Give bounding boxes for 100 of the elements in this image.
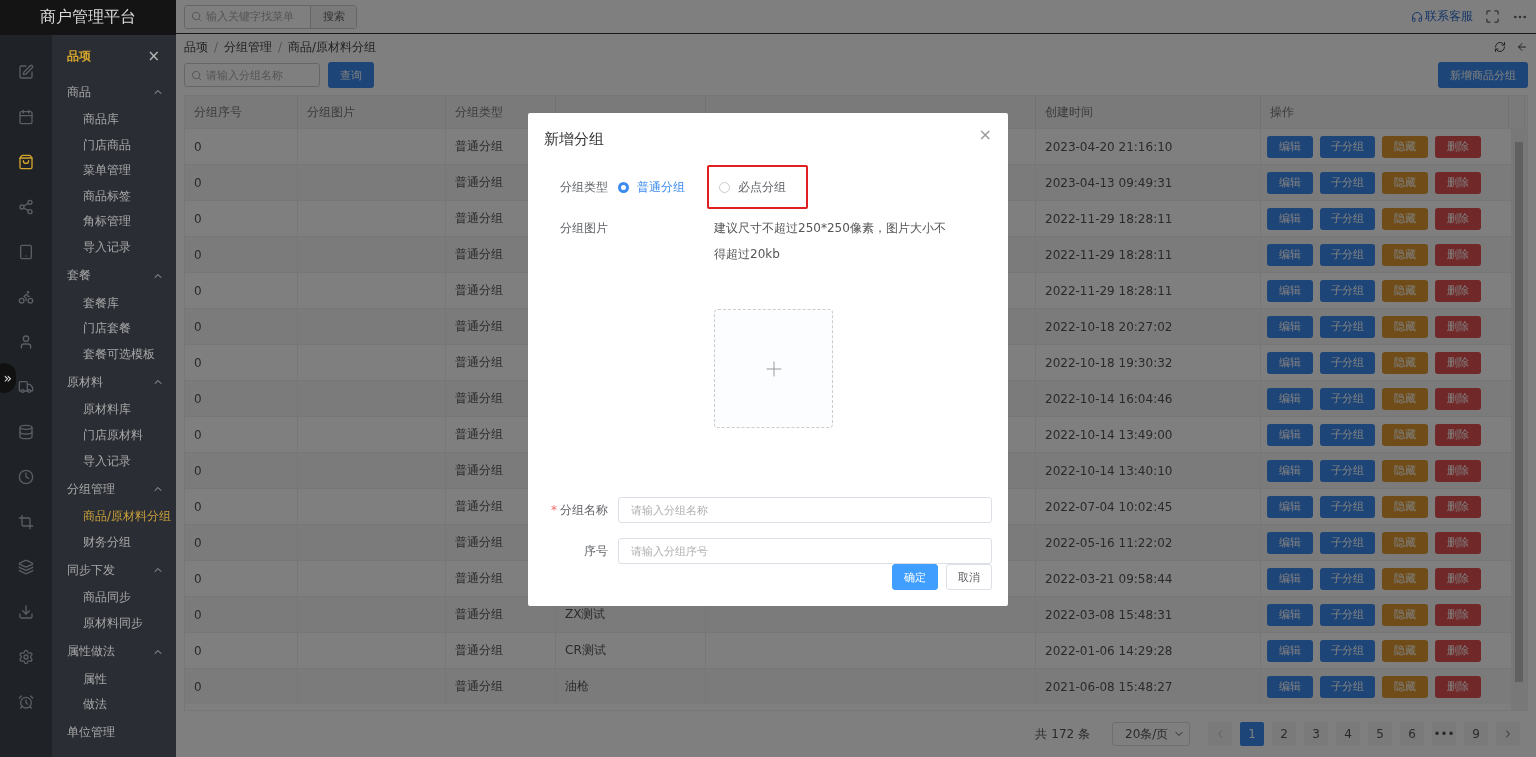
truck-icon[interactable]	[18, 378, 34, 395]
page-button[interactable]: •••	[1432, 722, 1456, 746]
back-arrow-icon[interactable]	[1516, 41, 1528, 53]
row-action-button[interactable]: 编辑	[1267, 495, 1313, 518]
menu-item[interactable]: 导入记录	[67, 448, 176, 475]
row-action-button[interactable]: 隐藏	[1382, 639, 1428, 662]
row-action-button[interactable]: 隐藏	[1382, 387, 1428, 410]
row-action-button[interactable]: 隐藏	[1382, 351, 1428, 374]
collapse-toggle[interactable]: »	[0, 363, 16, 393]
row-action-button[interactable]: 编辑	[1267, 675, 1313, 698]
row-action-button[interactable]: 子分组	[1320, 351, 1375, 374]
menu-item[interactable]: 门店套餐	[67, 316, 176, 342]
fullscreen-icon[interactable]	[1485, 9, 1500, 24]
bag-icon[interactable]	[18, 153, 34, 170]
page-button[interactable]: 4	[1336, 722, 1360, 746]
row-action-button[interactable]: 子分组	[1320, 171, 1375, 194]
breadcrumb-item[interactable]: 品项	[184, 38, 208, 56]
row-action-button[interactable]: 子分组	[1320, 207, 1375, 230]
highlighted-radio-option[interactable]: 必点分组	[707, 165, 808, 209]
row-action-button[interactable]: 编辑	[1267, 531, 1313, 554]
share-icon[interactable]	[18, 198, 34, 215]
menu-item[interactable]: 做法	[67, 692, 176, 718]
clock-icon[interactable]	[18, 468, 34, 485]
page-button[interactable]: 5	[1368, 722, 1392, 746]
menu-item[interactable]: 属性	[67, 666, 176, 693]
search-button[interactable]: 搜索	[311, 5, 356, 28]
menu-group[interactable]: 分组管理	[67, 480, 115, 498]
text-field[interactable]: 请输入分组名称	[618, 497, 992, 523]
next-page-button[interactable]	[1496, 722, 1520, 746]
row-action-button[interactable]: 隐藏	[1382, 459, 1428, 482]
database-icon[interactable]	[18, 423, 34, 440]
close-menu-button[interactable]: ×	[147, 47, 160, 65]
row-action-button[interactable]: 隐藏	[1382, 495, 1428, 518]
tablet-icon[interactable]	[18, 243, 34, 260]
row-action-button[interactable]: 删除	[1435, 243, 1481, 266]
user-icon[interactable]	[18, 333, 34, 350]
page-button[interactable]: 1	[1240, 722, 1264, 746]
menu-item[interactable]: 原材料库	[67, 397, 176, 423]
bike-icon[interactable]	[18, 288, 34, 305]
page-button[interactable]: 9	[1464, 722, 1488, 746]
confirm-button[interactable]: 确定	[892, 564, 938, 590]
row-action-button[interactable]: 子分组	[1320, 531, 1375, 554]
row-action-button[interactable]: 编辑	[1267, 459, 1313, 482]
cancel-button[interactable]: 取消	[946, 564, 992, 590]
row-action-button[interactable]: 子分组	[1320, 675, 1375, 698]
row-action-button[interactable]: 隐藏	[1382, 243, 1428, 266]
menu-item[interactable]: 商品同步	[67, 585, 176, 611]
row-action-button[interactable]: 隐藏	[1382, 315, 1428, 338]
row-action-button[interactable]: 隐藏	[1382, 135, 1428, 158]
calendar-icon[interactable]	[18, 108, 34, 125]
menu-group[interactable]: 原材料	[67, 373, 103, 391]
query-button[interactable]: 查询	[328, 62, 374, 88]
row-action-button[interactable]: 编辑	[1267, 135, 1313, 158]
row-action-button[interactable]: 隐藏	[1382, 675, 1428, 698]
row-action-button[interactable]: 删除	[1435, 207, 1481, 230]
close-button[interactable]: ×	[978, 125, 992, 144]
text-field[interactable]: 请输入分组序号	[618, 538, 992, 564]
menu-item[interactable]: 商品/原材料分组	[67, 504, 176, 530]
row-action-button[interactable]: 隐藏	[1382, 603, 1428, 626]
crop-icon[interactable]	[18, 513, 34, 530]
row-action-button[interactable]: 删除	[1435, 567, 1481, 590]
row-action-button[interactable]: 编辑	[1267, 243, 1313, 266]
row-action-button[interactable]: 隐藏	[1382, 207, 1428, 230]
download-icon[interactable]	[18, 603, 34, 620]
row-action-button[interactable]: 子分组	[1320, 243, 1375, 266]
refresh-icon[interactable]	[1494, 41, 1506, 53]
menu-group[interactable]: 同步下发	[67, 561, 115, 579]
row-action-button[interactable]: 子分组	[1320, 423, 1375, 446]
row-action-button[interactable]: 子分组	[1320, 315, 1375, 338]
menu-group[interactable]: 属性做法	[67, 643, 115, 660]
row-action-button[interactable]: 子分组	[1320, 135, 1375, 158]
row-action-button[interactable]: 删除	[1435, 387, 1481, 410]
settings-icon[interactable]	[18, 648, 34, 665]
menu-item[interactable]: 套餐可选模板	[67, 341, 176, 368]
menu-item[interactable]: 商品库	[67, 107, 176, 133]
row-action-button[interactable]: 编辑	[1267, 603, 1313, 626]
contact-support-link[interactable]: 联系客服	[1411, 8, 1473, 25]
add-group-button[interactable]: 新增商品分组	[1438, 62, 1528, 88]
row-action-button[interactable]: 编辑	[1267, 279, 1313, 302]
alarm-clock-icon[interactable]	[18, 693, 34, 710]
edit-icon[interactable]	[18, 63, 34, 80]
page-button[interactable]: 2	[1272, 722, 1296, 746]
menu-group[interactable]: 单位管理	[67, 724, 115, 742]
row-action-button[interactable]: 删除	[1435, 675, 1481, 698]
row-action-button[interactable]: 隐藏	[1382, 423, 1428, 446]
row-action-button[interactable]: 子分组	[1320, 459, 1375, 482]
row-action-button[interactable]: 编辑	[1267, 315, 1313, 338]
menu-group[interactable]: 套餐	[67, 267, 91, 285]
radio-option[interactable]: 普通分组	[618, 174, 697, 200]
row-action-button[interactable]: 删除	[1435, 315, 1481, 338]
row-action-button[interactable]: 子分组	[1320, 279, 1375, 302]
row-action-button[interactable]: 删除	[1435, 495, 1481, 518]
row-action-button[interactable]: 子分组	[1320, 387, 1375, 410]
row-action-button[interactable]: 删除	[1435, 423, 1481, 446]
row-action-button[interactable]: 删除	[1435, 531, 1481, 554]
row-action-button[interactable]: 隐藏	[1382, 531, 1428, 554]
page-button[interactable]: 3	[1304, 722, 1328, 746]
menu-item[interactable]: 门店原材料	[67, 422, 176, 449]
menu-item[interactable]: 财务分组	[67, 529, 176, 556]
row-action-button[interactable]: 删除	[1435, 639, 1481, 662]
